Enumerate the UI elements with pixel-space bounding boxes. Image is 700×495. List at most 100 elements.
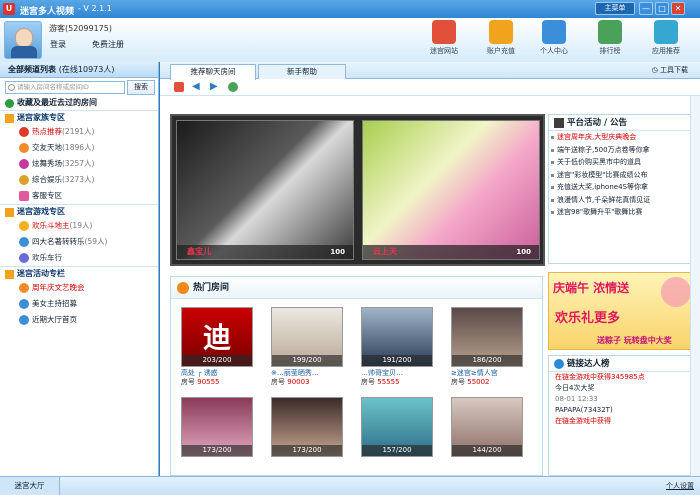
folder-icon [5, 270, 14, 279]
back-arrow-icon[interactable]: ◀ [192, 82, 202, 92]
vertical-scrollbar[interactable] [690, 96, 700, 476]
channel-icon [19, 175, 29, 185]
category-family[interactable]: 迷宫家族专区 [0, 110, 158, 124]
channel-label: 综合娱乐 [32, 175, 62, 184]
category-events[interactable]: 迷宫活动专栏 [0, 266, 158, 280]
channel-item[interactable]: 四大名著转转乐(59人) [0, 234, 158, 250]
bullet-icon [551, 186, 554, 189]
channel-count: (19人) [69, 221, 93, 230]
app-title: 迷宫多人视频 [20, 7, 75, 17]
toolbar-apps-button[interactable]: 应用推荐 [646, 20, 686, 60]
announcement-item[interactable]: 迷宫周年庆,大型庆典晚会 [549, 131, 699, 144]
home-icon [432, 20, 456, 44]
favorites-icon [5, 99, 14, 108]
announcements-panel: 平台活动 / 公告 迷宫周年庆,大型庆典晚会 端午送粽子,500万点卷等你拿 关… [548, 114, 700, 264]
channel-item[interactable]: 交友天地(1896人) [0, 140, 158, 156]
room-card[interactable]: 199/200 ※…丽莹晒秀… 房号 90003 [271, 307, 343, 387]
featured-video[interactable]: 云上天 100 [362, 120, 540, 260]
promo-line2: 欢乐礼更多 [555, 311, 621, 326]
status-bar: 迷宫大厅 个人设置 [0, 476, 700, 495]
favorites-item[interactable]: 收藏及最近去过的房间 [0, 96, 158, 110]
room-name: ≥迷宫≥情人宫 [451, 369, 498, 377]
channel-item[interactable]: 欢乐车行 [0, 250, 158, 266]
channel-count: (2191人) [62, 127, 95, 136]
room-number: 房号 55555 [361, 378, 400, 386]
room-thumbnail: 迪 203/200 [181, 307, 253, 367]
promo-banner[interactable]: 庆端午 浓情送 欢乐礼更多 送粽子 玩转盘中大奖 [548, 272, 698, 350]
winners-panel: 链接达人榜 在链金游戏中获得345985点 今日4次大奖 08-01 12:33… [548, 355, 698, 476]
yen-icon [489, 20, 513, 44]
room-card[interactable]: 迪 203/200 高处 ┌ 诱惑 房号 90555 [181, 307, 253, 387]
channel-item[interactable]: 美女主持招募 [0, 296, 158, 312]
sidebar-title: 全部频道列表 [8, 65, 56, 74]
channel-count: (3273人) [62, 175, 95, 184]
announcement-item[interactable]: 端午送粽子,500万点卷等你拿 [549, 144, 699, 157]
channel-item[interactable]: 周年庆文艺晚会 [0, 280, 158, 296]
announcement-item[interactable]: 充值送大奖,iphone4S等你拿 [549, 181, 699, 194]
announcement-text: 端午送粽子,500万点卷等你拿 [557, 145, 650, 154]
home-icon[interactable] [174, 82, 184, 92]
clock-icon: ◷ [651, 66, 660, 74]
login-link[interactable]: 登录 [50, 39, 66, 50]
folder-icon [5, 114, 14, 123]
channel-item[interactable]: 近期大厅首页 [0, 312, 158, 328]
maximize-button[interactable]: □ [655, 2, 669, 15]
toolbar-profile-button[interactable]: 个人中心 [534, 20, 574, 60]
category-games[interactable]: 迷宫游戏专区 [0, 204, 158, 218]
register-link[interactable]: 免费注册 [92, 39, 124, 50]
room-card[interactable]: 173/200 [181, 397, 253, 457]
personal-settings-link[interactable]: 个人设置 [666, 481, 694, 491]
channel-item[interactable]: 热点推荐(2191人) [0, 124, 158, 140]
announcement-item[interactable]: 关于低价购买黑市中的道具 [549, 156, 699, 169]
host-name: 云上天 [373, 247, 397, 256]
room-card[interactable]: 186/200 ≥迷宫≥情人宫 房号 55002 [451, 307, 523, 387]
close-button[interactable]: ✕ [671, 2, 685, 15]
room-card[interactable]: 157/200 [361, 397, 433, 457]
avatar[interactable] [4, 21, 42, 59]
viewer-count: 100 [516, 248, 531, 256]
toolbar-label: 迷宫网站 [430, 47, 458, 55]
toolbar-recharge-button[interactable]: 账户充值 [481, 20, 521, 60]
channel-item[interactable]: 综合娱乐(3273人) [0, 172, 158, 188]
winners-header: 链接达人榜 [549, 356, 697, 372]
viewer-count: 100 [330, 248, 345, 256]
announcement-item[interactable]: 迷宫"彩妆模型"比赛成绩公布 [549, 169, 699, 182]
search-icon [8, 84, 15, 91]
room-card[interactable]: 191/200 …帅哥宝贝… 房号 55555 [361, 307, 433, 387]
room-occupancy: 186/200 [452, 355, 522, 366]
tools-download-link[interactable]: ◷ 工具下载 [652, 65, 688, 75]
room-thumbnail: 191/200 [361, 307, 433, 367]
room-name: 高处 ┌ 诱惑 [181, 369, 218, 377]
channel-count: (3257人) [62, 159, 95, 168]
app-version: - V 2.1.1 [78, 4, 112, 13]
search-input[interactable]: 请输入房间名称或房间ID [5, 81, 125, 94]
toolbar-label: 排行榜 [599, 47, 621, 55]
room-card[interactable]: 144/200 [451, 397, 523, 457]
channel-item[interactable]: 客服专区 [0, 188, 158, 204]
channel-item[interactable]: 炫舞秀场(3257人) [0, 156, 158, 172]
hall-tab[interactable]: 迷宫大厅 [0, 477, 60, 495]
announcement-item[interactable]: 浪漫情人节,千朵鲜花真情见证 [549, 194, 699, 207]
user-name: 游客(52099175) [49, 24, 112, 33]
favorites-label: 收藏及最近去过的房间 [17, 98, 97, 107]
refresh-icon[interactable] [228, 82, 238, 92]
minimize-button[interactable]: — [639, 2, 653, 15]
featured-video[interactable]: 鑫宝儿 100 [176, 120, 354, 260]
featured-video-panel: 鑫宝儿 100 云上天 100 [170, 114, 545, 266]
room-occupancy: 203/200 [182, 355, 252, 366]
main-menu-button[interactable]: 主菜单 [595, 2, 635, 15]
announcement-item[interactable]: 迷宫98"歌舞升平"歌舞比赛 [549, 206, 699, 219]
tab-newbie-help[interactable]: 新手帮助 [258, 64, 346, 79]
search-button[interactable]: 搜索 [127, 80, 155, 95]
tab-recommended-rooms[interactable]: 推荐聊天房间 [170, 64, 256, 80]
toolbar-website-button[interactable]: 迷宫网站 [424, 20, 464, 60]
channel-item[interactable]: 欢乐斗地主(19人) [0, 218, 158, 234]
host-name: 鑫宝儿 [187, 247, 211, 256]
app-logo-icon: U [3, 3, 15, 15]
room-card[interactable]: 173/200 [271, 397, 343, 457]
channel-count: (1896人) [62, 143, 95, 152]
toolbar-ranking-button[interactable]: 排行榜 [590, 20, 630, 60]
forward-arrow-icon[interactable]: ▶ [210, 82, 220, 92]
flower-icon [661, 277, 691, 307]
room-occupancy: 144/200 [452, 445, 522, 456]
